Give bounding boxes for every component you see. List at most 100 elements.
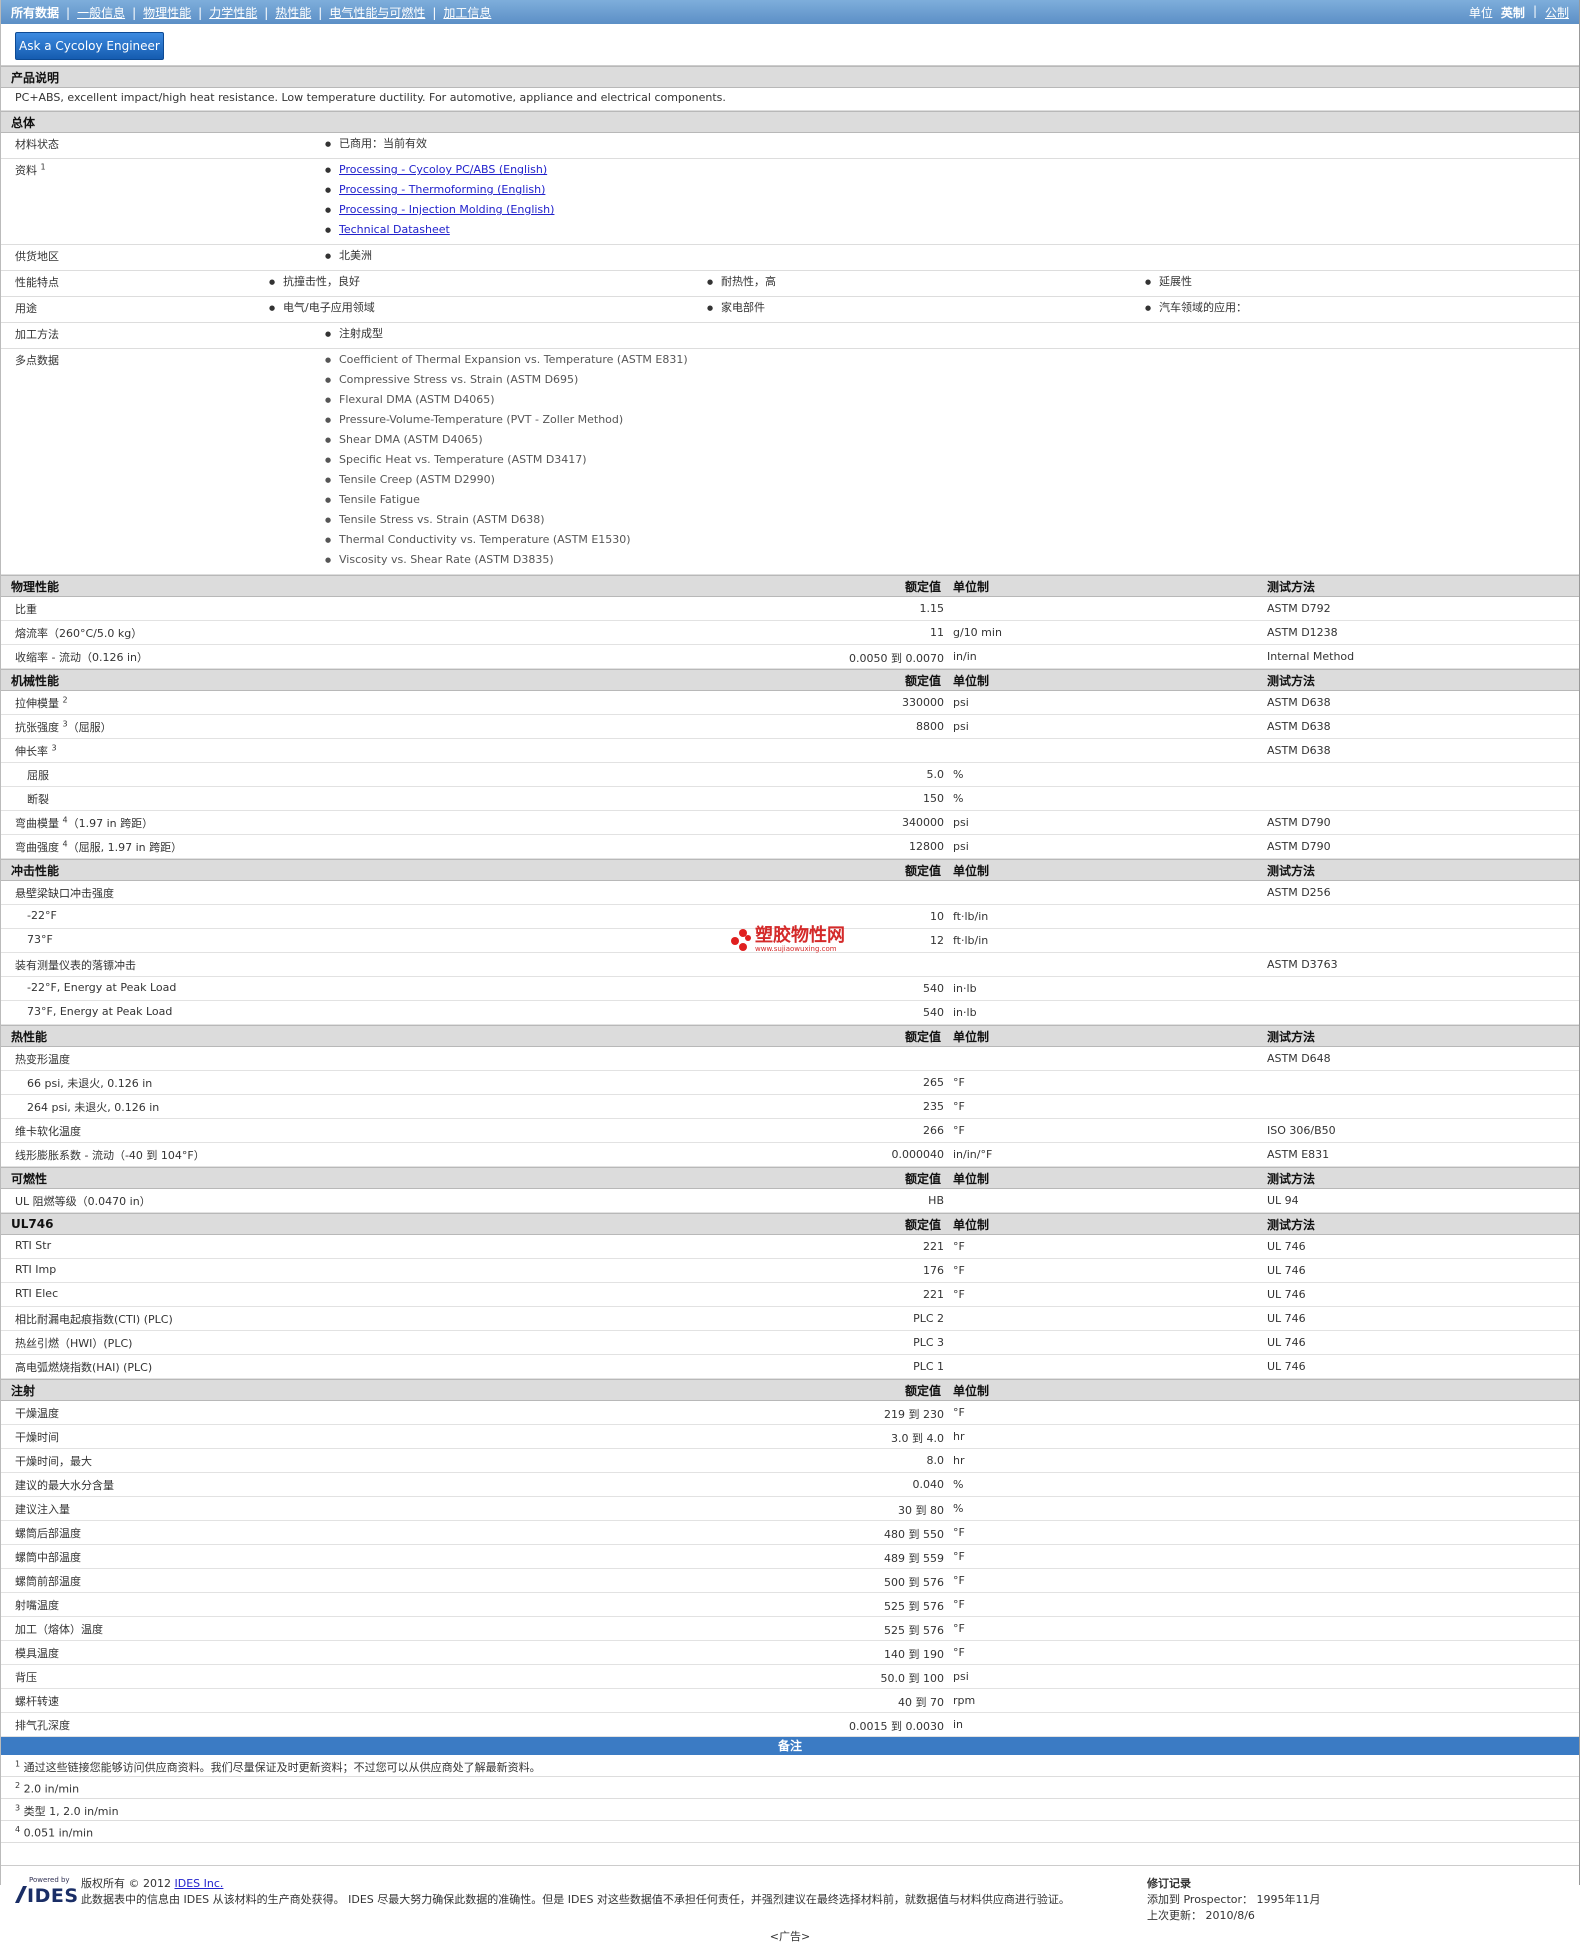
property-label-text: 高电弧燃烧指数(HAI) (PLC) — [15, 1361, 153, 1374]
property-row: 热丝引燃（HWI）(PLC) PLC 3 UL 746 — [1, 1331, 1579, 1355]
multipoint-item[interactable]: Specific Heat vs. Temperature (ASTM D341… — [321, 452, 1579, 472]
doc-link-item: Processing - Cycoloy PC/ABS (English) — [321, 162, 1579, 182]
multipoint-item[interactable]: Pressure-Volume-Temperature (PVT - Zolle… — [321, 412, 1579, 432]
doc-link[interactable]: Processing - Cycoloy PC/ABS (English) — [339, 163, 547, 176]
page-frame: 所有数据 | 一般信息 | 物理性能 | 力学性能 | 热性能 | 电气性能与可燃性 | 加工信息 单位… — [0, 0, 1580, 1943]
ask-engineer-bar: Ask a Cycoloy Engineer — [1, 24, 1579, 66]
property-label: RTI Elec — [15, 1287, 58, 1300]
property-value: HB — [928, 1194, 944, 1207]
nav-tab[interactable]: 一般信息 — [77, 6, 125, 20]
property-label: 建议的最大水分含量 — [15, 1477, 114, 1493]
property-label: RTI Str — [15, 1239, 51, 1252]
multipoint-item[interactable]: Flexural DMA (ASTM D4065) — [321, 392, 1579, 412]
property-label-text: 建议的最大水分含量 — [15, 1479, 114, 1492]
multipoint-item[interactable]: Tensile Fatigue — [321, 492, 1579, 512]
general-row-uses: 用途 电气/电子应用领域家电部件汽车领域的应用： — [1, 297, 1579, 323]
property-label: 264 psi, 未退火, 0.126 in — [27, 1099, 159, 1115]
nav-tab[interactable]: 热性能 — [275, 6, 311, 20]
multipoint-item[interactable]: Tensile Creep (ASTM D2990) — [321, 472, 1579, 492]
property-condition: （屈服, 1.97 in 跨距） — [67, 841, 183, 854]
property-method: ASTM D648 — [1267, 1052, 1331, 1065]
property-unit: psi — [953, 840, 969, 853]
property-value: 11 — [930, 626, 944, 639]
material-status: 已商用：当前有效 — [321, 136, 1579, 156]
nav-tab[interactable]: 物理性能 — [143, 6, 191, 20]
property-label-text: 线形膨胀系数 - 流动（-40 到 104°F） — [15, 1149, 205, 1162]
multipoint-item[interactable]: Viscosity vs. Shear Rate (ASTM D3835) — [321, 552, 1579, 572]
property-label-text: 弯曲强度 — [15, 841, 59, 854]
col-header-method: 测试方法 — [1267, 1029, 1316, 1044]
property-method: ASTM D638 — [1267, 720, 1331, 733]
property-unit: % — [953, 1478, 964, 1491]
property-label-text: 73°F — [27, 933, 53, 946]
property-method: ASTM D790 — [1267, 816, 1331, 829]
property-method: UL 746 — [1267, 1264, 1306, 1277]
multipoint-item[interactable]: Thermal Conductivity vs. Temperature (AS… — [321, 532, 1579, 552]
property-unit: in·lb — [953, 1006, 977, 1019]
property-label-text: 干燥时间 — [15, 1431, 59, 1444]
property-unit: °F — [953, 1646, 965, 1659]
property-value: 0.000040 — [891, 1148, 945, 1161]
property-label-text: 抗张强度 — [15, 721, 59, 734]
nav-tab[interactable]: 所有数据 — [11, 6, 59, 20]
general-row-multipoint: 多点数据 Coefficient of Thermal Expansion vs… — [1, 349, 1579, 575]
property-label-text: 建议注入量 — [15, 1503, 70, 1516]
property-label-text: 排气孔深度 — [15, 1719, 70, 1732]
row-label: 资料 1 — [15, 162, 46, 177]
property-label-text: UL 阻燃等级（0.0470 in） — [15, 1195, 151, 1208]
property-unit: rpm — [953, 1694, 976, 1707]
ask-engineer-button[interactable]: Ask a Cycoloy Engineer — [15, 32, 164, 60]
note-text: 2.0 in/min — [23, 1782, 80, 1796]
unit-english-link[interactable]: 英制 — [1501, 4, 1525, 21]
section-header: 可燃性 额定值 单位制 测试方法 — [1, 1167, 1579, 1189]
property-row: 排气孔深度 0.0015 到 0.0030 in — [1, 1713, 1579, 1737]
property-row: 干燥温度 219 到 230 °F — [1, 1401, 1579, 1425]
property-value: 525 到 576 — [884, 1624, 944, 1637]
col-header-value: 额定值 — [905, 1171, 942, 1186]
property-row: 比重 1.15 ASTM D792 — [1, 597, 1579, 621]
notes-header: 备注 — [1, 1737, 1579, 1755]
multipoint-item[interactable]: Tensile Stress vs. Strain (ASTM D638) — [321, 512, 1579, 532]
property-label-text: 比重 — [15, 603, 37, 616]
multipoint-item[interactable]: Shear DMA (ASTM D4065) — [321, 432, 1579, 452]
property-row: 线形膨胀系数 - 流动（-40 到 104°F） 0.000040 in/in/°F… — [1, 1143, 1579, 1167]
doc-link[interactable]: Technical Datasheet — [339, 223, 450, 236]
features-item: 耐热性，高 — [703, 274, 1141, 294]
nav-tab[interactable]: 电气性能与可燃性 — [329, 6, 425, 20]
multipoint-item[interactable]: Coefficient of Thermal Expansion vs. Tem… — [321, 352, 1579, 372]
property-label: 热变形温度 — [15, 1051, 70, 1067]
ides-link[interactable]: IDES Inc. — [175, 1877, 224, 1890]
multipoint-item[interactable]: Compressive Stress vs. Strain (ASTM D695… — [321, 372, 1579, 392]
section-header-general: 总体 — [1, 111, 1579, 133]
property-method: UL 746 — [1267, 1288, 1306, 1301]
col-header-value: 额定值 — [905, 1383, 942, 1398]
property-value: 500 到 576 — [884, 1576, 944, 1589]
section-title: 可燃性 — [11, 1171, 48, 1186]
note-row: 3 类型 1, 2.0 in/min — [1, 1799, 1579, 1821]
property-row: 伸长率 3 ASTM D638 — [1, 739, 1579, 763]
property-method: ASTM D638 — [1267, 696, 1331, 709]
property-row: 抗张强度 3（屈服） 8800 psi ASTM D638 — [1, 715, 1579, 739]
property-label-text: 264 psi, 未退火, 0.126 in — [27, 1101, 160, 1114]
property-row: 屈服 5.0% — [1, 763, 1579, 787]
property-value: 12800 — [909, 840, 944, 853]
property-label: 维卡软化温度 — [15, 1123, 81, 1139]
nav-tab[interactable]: 加工信息 — [443, 6, 491, 20]
nav-tab[interactable]: 力学性能 — [209, 6, 257, 20]
property-method: ASTM E831 — [1267, 1148, 1330, 1161]
property-label: 建议注入量 — [15, 1501, 70, 1517]
col-header-unit: 单位制 — [953, 1217, 990, 1232]
ad-label: <广告> — [769, 1930, 811, 1943]
section-header: 机械性能 额定值 单位制 测试方法 — [1, 669, 1579, 691]
note-number: 4 — [15, 1825, 21, 1834]
property-label: 73°F, Energy at Peak Load — [27, 1005, 172, 1018]
property-label-text: 热变形温度 — [15, 1053, 70, 1066]
unit-metric-link[interactable]: 公制 — [1545, 4, 1569, 21]
footer-text: 版权所有 © 2012 IDES Inc. 此数据表中的信息由 IDES 从该材… — [81, 1877, 1070, 1906]
col-header-method: 测试方法 — [1267, 863, 1316, 878]
doc-link[interactable]: Processing - Injection Molding (English) — [339, 203, 554, 216]
property-unit: °F — [953, 1574, 965, 1587]
col-header-unit: 单位制 — [953, 863, 990, 878]
doc-link[interactable]: Processing - Thermoforming (English) — [339, 183, 545, 196]
property-label: 加工（熔体）温度 — [15, 1621, 103, 1637]
